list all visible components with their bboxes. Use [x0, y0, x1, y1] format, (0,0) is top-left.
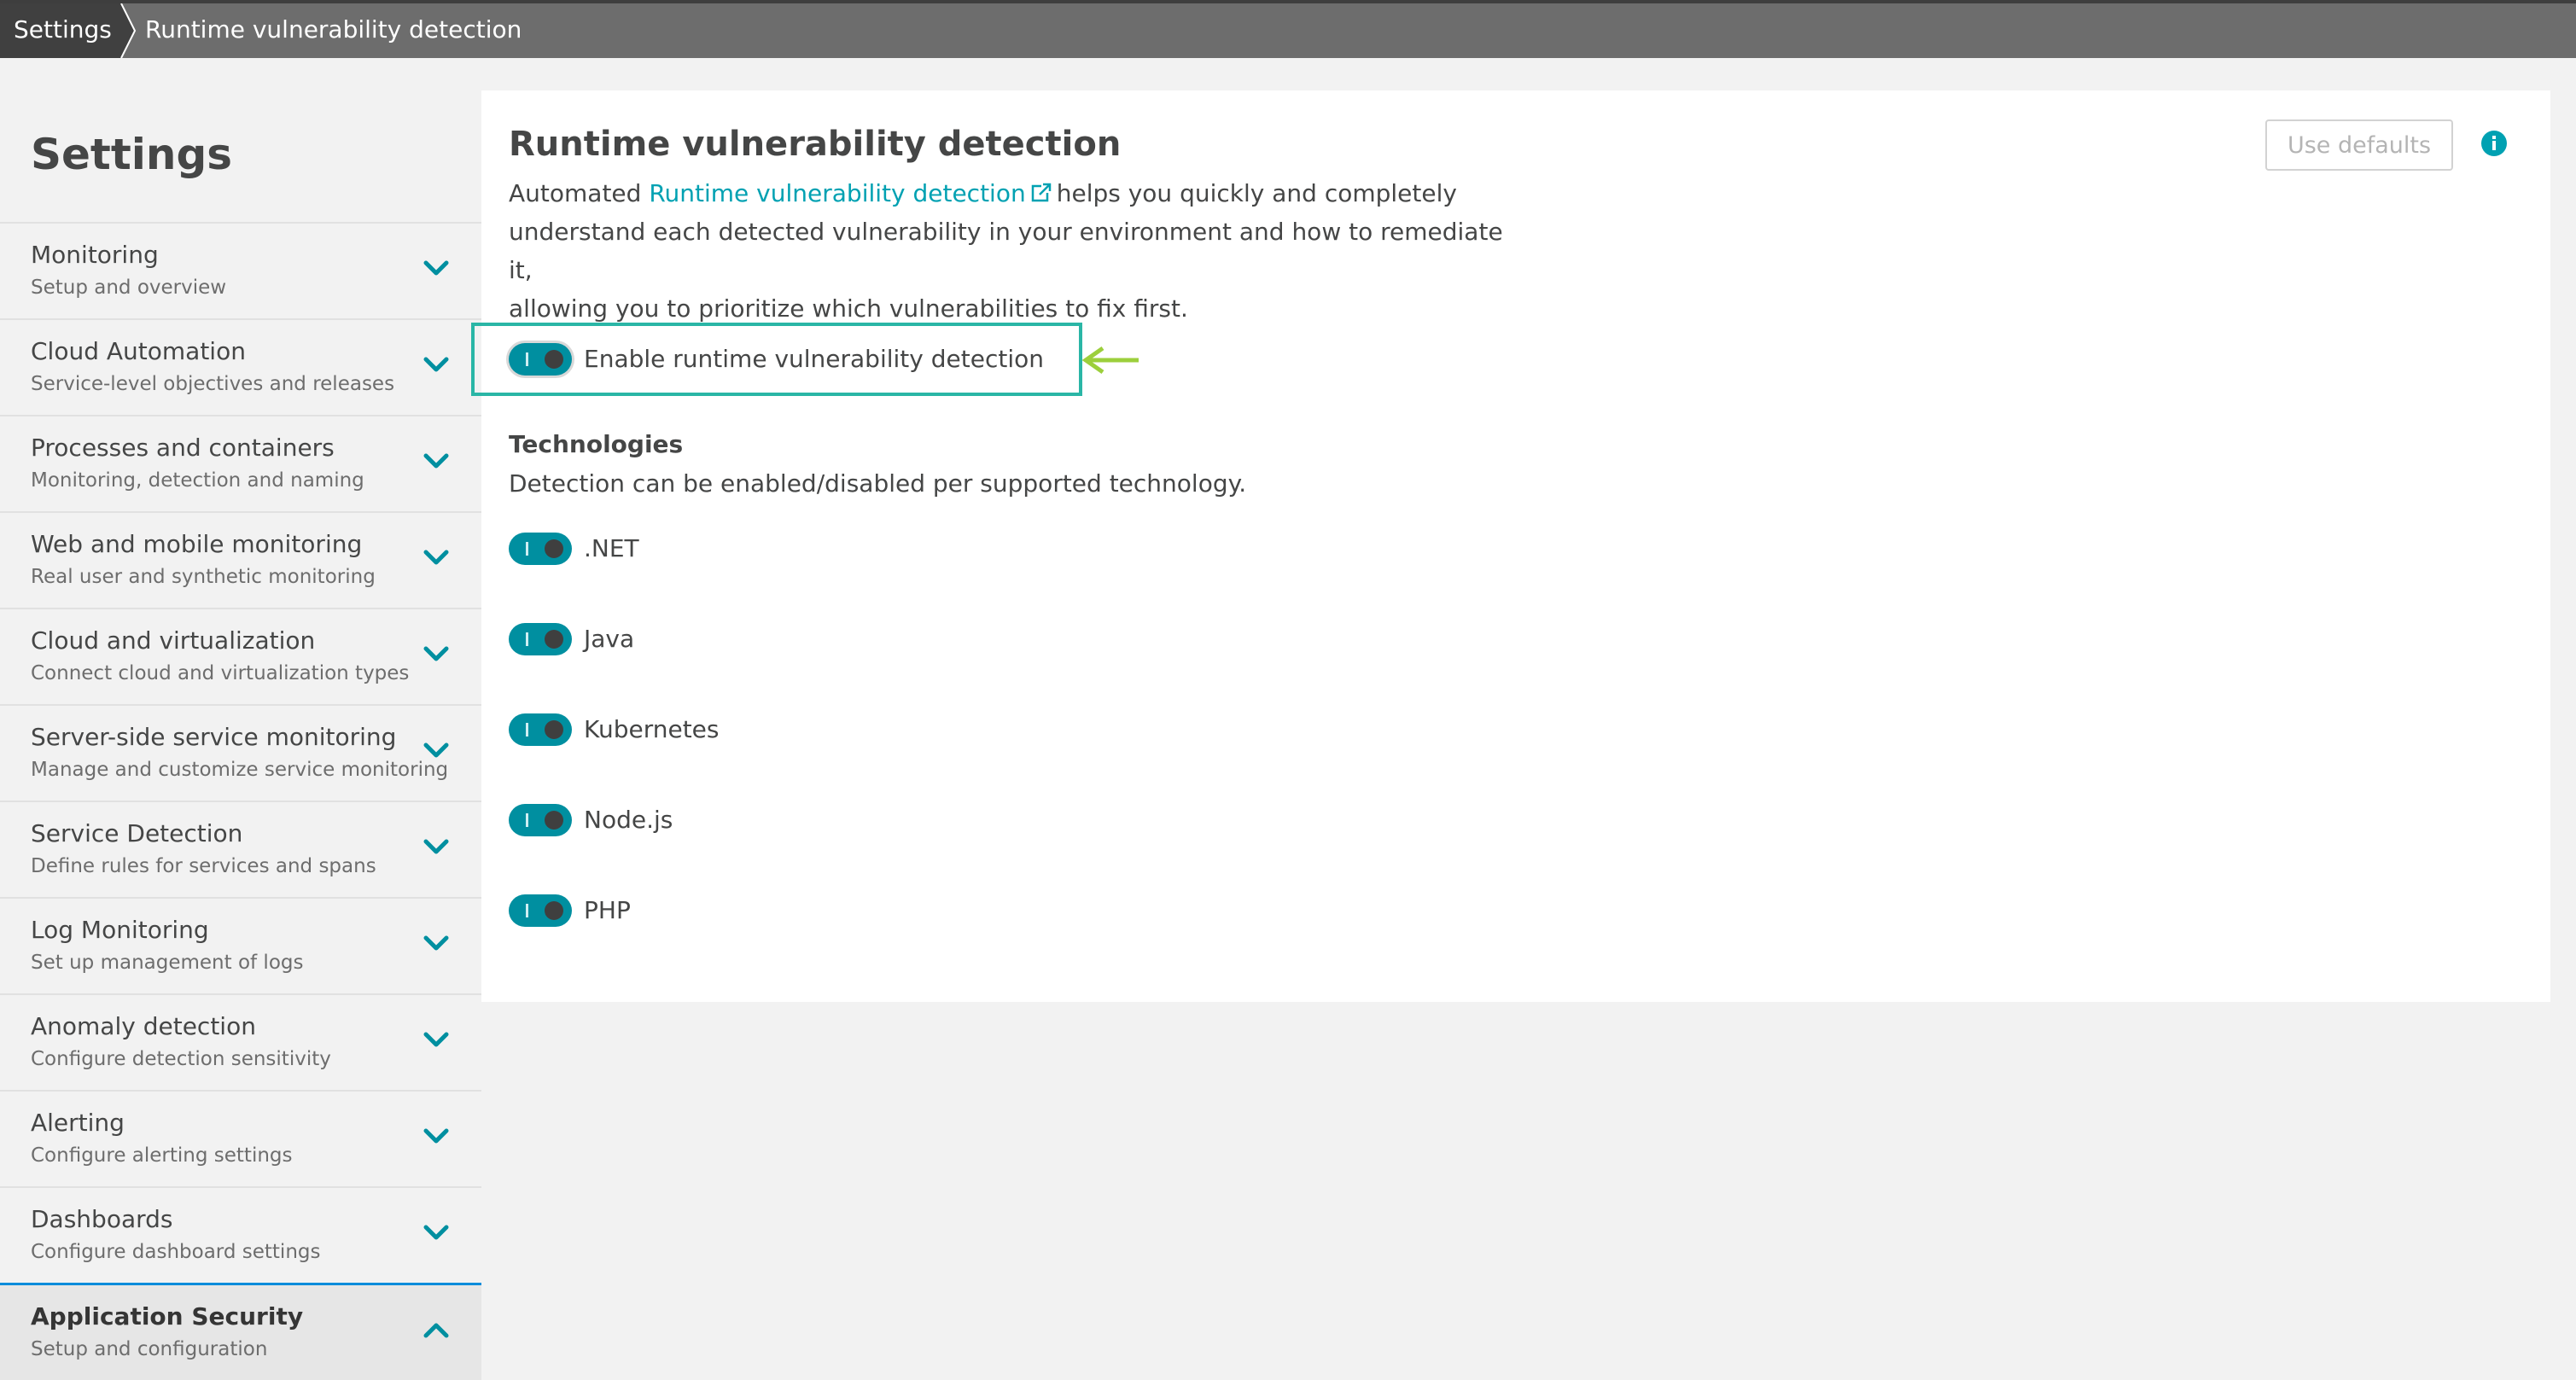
technology-toggle[interactable]	[509, 804, 572, 836]
sidebar-item-description: Configure alerting settings	[31, 1144, 293, 1167]
sidebar-item[interactable]: Cloud Automation Service-level objectives…	[0, 318, 481, 415]
toggle-knob	[545, 630, 563, 649]
sidebar-item-description: Setup and overview	[31, 277, 227, 299]
sidebar-item-label: Server-side service monitoring	[31, 723, 397, 751]
sidebar-item[interactable]: Service Detection Define rules for servic…	[0, 801, 481, 897]
chevron-down-icon[interactable]	[422, 1029, 451, 1050]
technology-label: PHP	[584, 896, 631, 924]
technology-toggle[interactable]	[509, 623, 572, 655]
sidebar-item-label: Processes and containers	[31, 434, 335, 462]
sidebar-title: Settings	[31, 130, 233, 179]
toggle-on-mark	[526, 632, 528, 646]
sidebar-item-label: Cloud and virtualization	[31, 626, 316, 655]
enable-detection-label: Enable runtime vulnerability detection	[584, 345, 1044, 373]
technology-label: Node.js	[584, 806, 673, 834]
sidebar-item[interactable]: Log Monitoring Set up management of logs	[0, 897, 481, 993]
sidebar-item-description: Monitoring, detection and naming	[31, 469, 364, 492]
technology-label: Kubernetes	[584, 715, 720, 743]
chevron-down-icon[interactable]	[422, 643, 451, 664]
sidebar-item[interactable]: Processes and containers Monitoring, dete…	[0, 415, 481, 511]
docs-link-label[interactable]: Runtime vulnerability detection	[649, 179, 1025, 207]
external-link-icon[interactable]	[1031, 183, 1052, 203]
toggle-on-mark	[526, 904, 528, 917]
sidebar-item-label: Service Detection	[31, 819, 243, 847]
technologies-description: Detection can be enabled/disabled per su…	[509, 469, 1247, 498]
toggle-knob	[545, 720, 563, 739]
sidebar-item-label: Web and mobile monitoring	[31, 530, 363, 558]
chevron-down-icon[interactable]	[422, 354, 451, 375]
sidebar-item-description: Define rules for services and spans	[31, 855, 376, 877]
sidebar-item-label: Monitoring	[31, 241, 159, 269]
chevron-down-icon[interactable]	[422, 451, 451, 471]
settings-sidebar: Settings Monitoring Setup and overview Clo…	[0, 58, 481, 1380]
info-icon[interactable]	[2480, 130, 2508, 157]
sidebar-item-description: Connect cloud and virtualization types	[31, 662, 410, 684]
breadcrumb-bar: Settings Runtime vulnerability detection	[0, 0, 2576, 58]
technology-toggle[interactable]	[509, 894, 572, 927]
sidebar-item[interactable]: Application Security Setup and configurat…	[0, 1283, 481, 1380]
toggle-on-mark	[526, 813, 528, 827]
sidebar-item-label: Alerting	[31, 1109, 125, 1137]
intro-text: Automated Runtime vulnerability detectio…	[509, 174, 1533, 328]
sidebar-item[interactable]: Anomaly detection Configure detection sen…	[0, 993, 481, 1090]
chevron-down-icon[interactable]	[422, 740, 451, 760]
chevron-down-icon[interactable]	[422, 547, 451, 568]
technologies-heading: Technologies	[509, 430, 684, 458]
chevron-down-icon[interactable]	[422, 258, 451, 278]
breadcrumb-settings[interactable]: Settings	[0, 3, 119, 58]
chevron-down-icon[interactable]	[422, 836, 451, 857]
toggle-on-mark	[526, 542, 528, 556]
technology-toggle[interactable]	[509, 713, 572, 746]
sidebar-item-label: Anomaly detection	[31, 1012, 256, 1040]
chevron-down-icon[interactable]	[422, 933, 451, 953]
enable-detection-toggle[interactable]	[509, 343, 572, 376]
sidebar-item[interactable]: Server-side service monitoring Manage and…	[0, 704, 481, 801]
page-title: Runtime vulnerability detection	[509, 125, 1122, 164]
sidebar-item-description: Set up management of logs	[31, 952, 304, 974]
toggle-on-mark	[526, 352, 528, 366]
breadcrumb-separator-icon	[114, 3, 137, 58]
sidebar-item-label: Log Monitoring	[31, 916, 209, 944]
docs-link[interactable]: Runtime vulnerability detection	[649, 179, 1056, 207]
sidebar-item[interactable]: Web and mobile monitoring Real user and s…	[0, 511, 481, 608]
sidebar-item[interactable]: Dashboards Configure dashboard settings	[0, 1186, 481, 1283]
chevron-up-icon[interactable]	[422, 1319, 451, 1340]
settings-panel: Runtime vulnerability detection Use defa…	[471, 90, 2550, 1002]
arrow-left-icon	[1081, 346, 1139, 375]
sidebar-item-description: Configure detection sensitivity	[31, 1048, 331, 1070]
toggle-knob	[545, 901, 563, 920]
sidebar-item-label: Cloud Automation	[31, 337, 246, 365]
sidebar-item-label: Dashboards	[31, 1205, 173, 1233]
sidebar-item-label: Application Security	[31, 1302, 304, 1331]
technology-label: Java	[584, 625, 635, 653]
technology-toggle[interactable]	[509, 533, 572, 565]
top-border	[0, 0, 2576, 3]
sidebar-item[interactable]: Alerting Configure alerting settings	[0, 1090, 481, 1186]
intro-prefix: Automated	[509, 179, 642, 207]
sidebar-item-description: Service-level objectives and releases	[31, 373, 395, 395]
toggle-on-mark	[526, 723, 528, 737]
sidebar-item-description: Setup and configuration	[31, 1338, 268, 1360]
chevron-down-icon[interactable]	[422, 1126, 451, 1146]
sidebar-item-description: Manage and customize service monitoring	[31, 759, 449, 781]
toggle-knob	[545, 350, 563, 369]
chevron-down-icon[interactable]	[422, 1222, 451, 1243]
intro-rest: helps you quickly and completely	[1056, 179, 1457, 207]
intro-line-3: allowing you to prioritize which vulnera…	[509, 294, 1188, 323]
breadcrumb-current: Runtime vulnerability detection	[145, 15, 522, 44]
toggle-knob	[545, 811, 563, 830]
sidebar-item-description: Real user and synthetic monitoring	[31, 566, 376, 588]
sidebar-item-description: Configure dashboard settings	[31, 1241, 321, 1263]
sidebar-item[interactable]: Monitoring Setup and overview	[0, 222, 481, 318]
breadcrumb-settings-label[interactable]: Settings	[14, 15, 112, 44]
intro-line-2: understand each detected vulnerability i…	[509, 218, 1503, 284]
sidebar-item[interactable]: Cloud and virtualization Connect cloud an…	[0, 608, 481, 704]
settings-nav: Monitoring Setup and overview Cloud Automa…	[0, 222, 481, 1380]
technology-label: .NET	[584, 534, 639, 562]
use-defaults-button[interactable]: Use defaults	[2265, 119, 2453, 171]
toggle-knob	[545, 539, 563, 558]
